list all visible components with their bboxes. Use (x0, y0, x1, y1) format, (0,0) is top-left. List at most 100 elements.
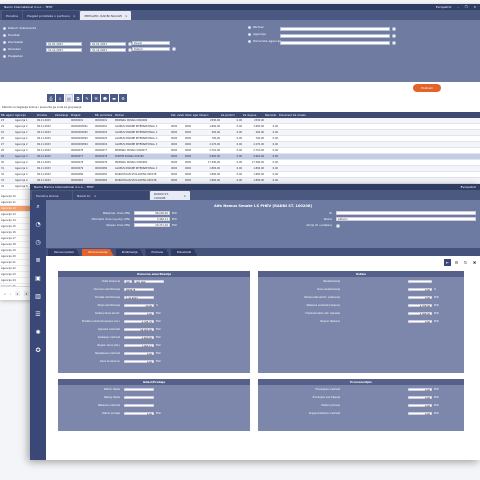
value-field[interactable]: 20,00 (124, 303, 154, 307)
tab-dokumenti[interactable]: Dokumenti (170, 249, 198, 256)
prev-page-icon[interactable]: ‹ (10, 292, 11, 296)
tab-pocetna[interactable]: Pocetna (2, 11, 22, 20)
pdf-icon[interactable]: ▤ (65, 94, 73, 102)
value-field[interactable]: 0,00 (408, 387, 432, 391)
tab-radni-nalozi[interactable]: PREGLED, RADNI NALOZI × (80, 11, 132, 20)
clip-icon[interactable]: ✎ (83, 94, 91, 102)
clock-icon[interactable]: ◷ (34, 238, 43, 247)
partner-field[interactable] (280, 27, 390, 31)
value-field[interactable]: RN3078 (124, 287, 154, 291)
clear-icon[interactable] (392, 41, 396, 45)
close-icon[interactable]: ✖ (471, 259, 478, 266)
tab-radni-st[interactable]: RADNI ST. 100208 × (150, 191, 190, 200)
maximize-icon[interactable]: ❐ (465, 5, 468, 9)
min-iznos-field[interactable]: 3.462,11 (134, 217, 170, 221)
page-1[interactable]: 1 (14, 291, 20, 296)
tab-kombinacija[interactable]: Kombinacija (115, 249, 144, 256)
date-from-1[interactable]: 01.01.2023 (46, 42, 82, 46)
column-header[interactable]: Za podmiri (220, 114, 242, 117)
radio-datum[interactable]: Datum dokumenta (3, 26, 36, 30)
column-header[interactable]: Partner (114, 114, 170, 117)
tab-pocetna[interactable]: Pocetna strana (32, 191, 72, 200)
column-header[interactable]: BR. agencije (0, 114, 14, 117)
refresh-icon[interactable]: ↻ (462, 259, 469, 266)
tab-nalozi[interactable]: Nalozi br. × (73, 191, 149, 200)
user-icon[interactable]: ☻ (101, 94, 109, 102)
value-field[interactable] (124, 403, 154, 408)
column-header[interactable]: Za dugove (242, 114, 264, 117)
copy-icon[interactable]: ⧉ (74, 94, 82, 102)
value-field[interactable]: 2.345,72 (124, 319, 154, 323)
pomorska-field[interactable] (280, 41, 390, 45)
search-icon[interactable]: ⌕ (34, 202, 43, 211)
value-field[interactable]: 0,00 (124, 351, 154, 355)
value-field[interactable]: 4.708,00 (408, 303, 432, 307)
column-header[interactable]: Valut. agente (184, 114, 198, 117)
value-field[interactable]: 0,00 (124, 411, 154, 415)
tab-obracunavanje[interactable]: Obracunavanje (81, 249, 114, 256)
settings-icon[interactable]: ✺ (34, 328, 43, 337)
datum-field[interactable]: Datum (132, 47, 170, 51)
column-header[interactable]: Pocetna (36, 114, 54, 117)
akcija-radio[interactable] (336, 224, 340, 228)
close-icon[interactable]: ✕ (473, 5, 476, 9)
clear-icon[interactable] (172, 47, 176, 51)
first-page-icon[interactable]: « (4, 292, 6, 296)
wrench-icon[interactable]: ⚒ (92, 94, 100, 102)
minimize-icon[interactable]: – (457, 5, 459, 9)
value-field[interactable]: 2.660,00 (124, 335, 154, 339)
radio-zavrsetak[interactable]: Zavrsetak (3, 40, 23, 44)
save-icon[interactable]: ⚙ (453, 259, 460, 266)
page-2[interactable]: 2 (23, 291, 29, 296)
radio-partner[interactable]: Partner (248, 25, 264, 29)
value-field[interactable]: 0,00 (408, 319, 432, 323)
clear-icon[interactable] (392, 27, 396, 31)
column-header[interactable]: BR. pomorska (94, 114, 114, 117)
code-field[interactable]: AM (124, 279, 132, 283)
column-header[interactable]: Pregled (70, 114, 94, 117)
column-header[interactable]: Za oznaku (292, 114, 306, 117)
first-record-icon[interactable]: ⇤ (444, 259, 451, 266)
column-header[interactable]: Ukupno (198, 114, 220, 117)
value-field[interactable]: 0,00 (408, 403, 432, 407)
radio-pomorska[interactable]: Pomorska agencija (248, 39, 281, 43)
clear-icon[interactable] (392, 34, 396, 38)
column-header[interactable]: Dat. valuta (170, 114, 184, 117)
close-icon[interactable]: × (183, 194, 186, 198)
date-to-2[interactable]: 31.12.2023 (90, 48, 126, 52)
radio-agencija[interactable]: Agencija (248, 32, 266, 36)
radio-pocetak[interactable]: Pocetak (3, 33, 20, 37)
star-icon[interactable]: ✪ (34, 346, 43, 355)
column-header[interactable]: Naknada (264, 114, 278, 117)
radio-zaduzen[interactable]: Zaduzen (3, 47, 21, 51)
value-field[interactable]: 0,00 (408, 395, 432, 399)
value-field[interactable]: 0,00 (408, 411, 432, 415)
ukupan-iznos-field[interactable]: 20.371,26 (134, 223, 170, 227)
trash-icon[interactable]: ▬ (110, 94, 118, 102)
status-field[interactable]: Aktivan (336, 217, 476, 221)
value-field[interactable]: AM, 000 (134, 279, 164, 283)
chart-icon[interactable]: ▥ (34, 292, 43, 301)
close-icon[interactable]: × (94, 194, 97, 198)
menu-icon[interactable]: ☰ (34, 310, 43, 319)
list-icon[interactable]: ≣ (34, 256, 43, 265)
value-field[interactable]: 0,00 (124, 359, 154, 363)
value-field[interactable]: 4.998,00 (408, 311, 432, 315)
tab-osnovni[interactable]: Osnovni podaci (48, 249, 80, 256)
close-icon[interactable]: × (125, 14, 128, 18)
lock-icon[interactable]: ▣ (34, 274, 43, 283)
value-field[interactable]: 96.000,00 (124, 327, 154, 331)
value-field[interactable] (124, 387, 154, 392)
value-field[interactable] (124, 395, 154, 400)
settings-icon[interactable]: ⚙ (119, 94, 127, 102)
column-header[interactable]: Agencija (14, 114, 36, 117)
tab-partner[interactable]: Pregled podataka o partneru × (22, 11, 80, 20)
print-icon[interactable]: ⎙ (47, 94, 55, 102)
column-header[interactable]: Dokumenti (278, 114, 292, 117)
close-icon[interactable]: × (73, 14, 76, 18)
date-to-1[interactable]: 01.01.2023 (90, 42, 126, 46)
value-field[interactable]: 1.462,11 (124, 343, 154, 347)
value-field[interactable] (408, 279, 432, 284)
column-header[interactable]: Zaduzenje (54, 114, 70, 117)
value-field[interactable]: 0,00 (408, 295, 432, 299)
